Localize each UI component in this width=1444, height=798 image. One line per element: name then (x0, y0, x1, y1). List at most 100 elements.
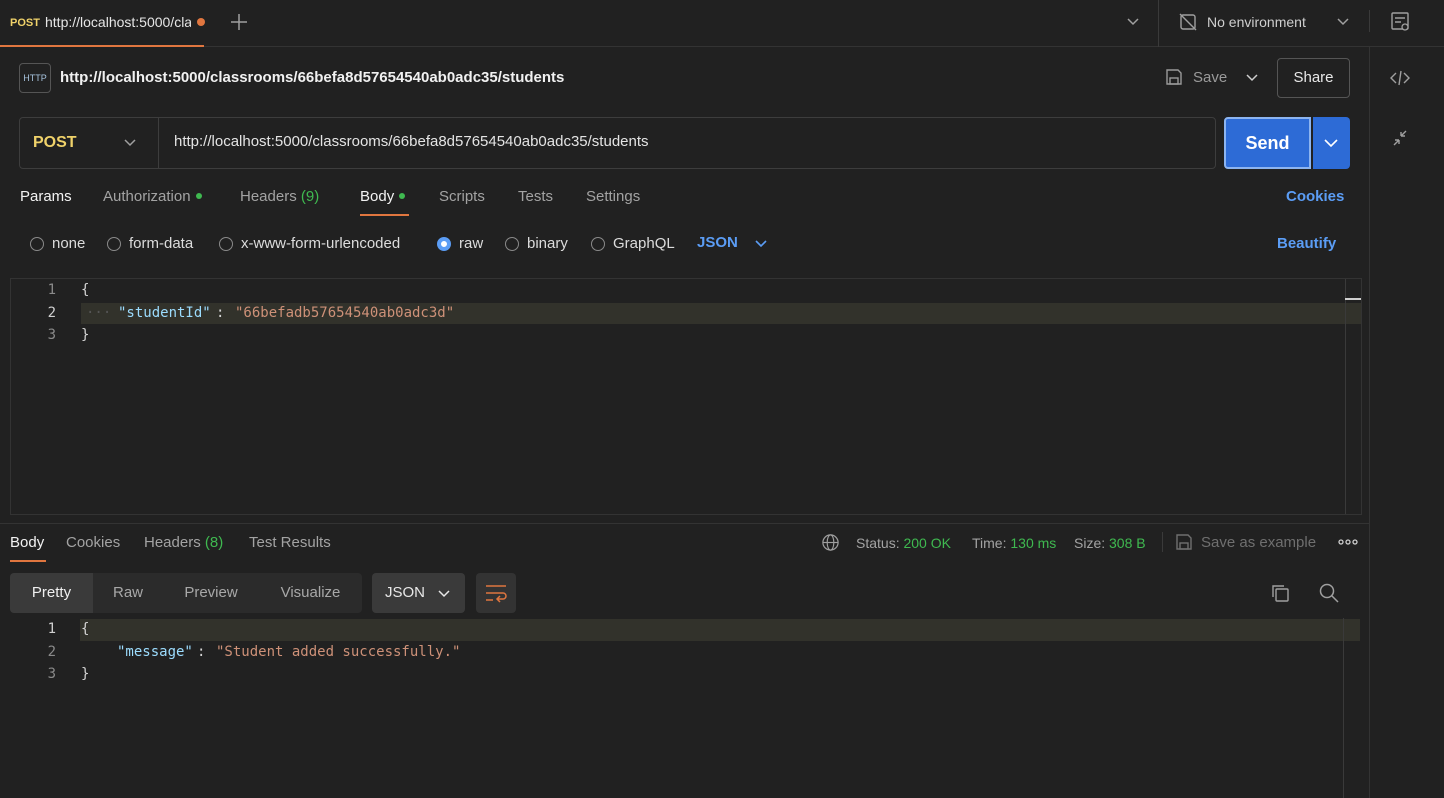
method-selector[interactable]: POST (33, 134, 77, 152)
response-tab-test-results[interactable]: Test Results (249, 534, 331, 551)
radio-label: GraphQL (613, 235, 675, 252)
http-icon: HTTP (19, 63, 51, 93)
url-input[interactable]: http://localhost:5000/classrooms/66befa8… (174, 133, 649, 150)
code-open-brace: { (81, 621, 90, 637)
environment-selector[interactable]: No environment (1207, 14, 1306, 30)
divider (1162, 532, 1163, 552)
editor-scrollbar[interactable] (1345, 279, 1346, 514)
tab-settings[interactable]: Settings (586, 188, 640, 205)
response-scrollbar[interactable] (1343, 618, 1344, 798)
format-dropdown-icon[interactable] (753, 237, 769, 251)
json-key: "message" (117, 644, 193, 660)
save-as-example-button[interactable]: Save as example (1201, 534, 1316, 551)
collapse-icon[interactable] (1391, 128, 1409, 148)
tab-authorization-label: Authorization (103, 188, 191, 205)
radio-graphql[interactable]: GraphQL (591, 235, 675, 252)
status-dot (399, 193, 406, 200)
line-number: 1 (47, 282, 56, 298)
current-line-highlight (80, 619, 1360, 641)
radio-circle (219, 236, 233, 251)
json-value: "Student added successfully." (216, 644, 461, 660)
view-visualize[interactable]: Visualize (259, 573, 362, 613)
code-snippet-icon[interactable] (1389, 67, 1411, 89)
wrap-lines-button[interactable] (476, 573, 516, 613)
tab-body-label: Body (360, 188, 395, 205)
right-sidebar (1369, 47, 1444, 798)
code-close-brace: } (81, 666, 90, 682)
method-dropdown-icon[interactable] (122, 136, 138, 150)
response-time[interactable]: Time: 130 ms (972, 535, 1056, 551)
view-raw[interactable]: Raw (93, 573, 163, 613)
send-button[interactable]: Send (1224, 117, 1311, 169)
radio-label: none (52, 235, 86, 252)
json-colon: : (216, 305, 233, 321)
tab-headers[interactable]: Headers (9) (240, 188, 319, 205)
globe-icon[interactable] (821, 533, 840, 552)
tab-body[interactable]: Body (360, 188, 406, 205)
environment-off-icon (1178, 12, 1198, 32)
divider (158, 118, 159, 168)
tab-authorization[interactable]: Authorization (103, 188, 202, 205)
tab-tests[interactable]: Tests (518, 188, 553, 205)
radio-circle (30, 236, 44, 251)
response-tab-cookies[interactable]: Cookies (66, 534, 120, 551)
response-divider[interactable] (0, 523, 1369, 524)
new-tab-icon[interactable] (229, 12, 249, 32)
time-label: Time: (972, 535, 1007, 551)
radio-binary[interactable]: binary (505, 235, 568, 252)
radio-form-data[interactable]: form-data (107, 235, 193, 252)
share-button[interactable]: Share (1277, 58, 1350, 98)
response-status[interactable]: Status: 200 OK (856, 535, 951, 551)
line-number: 2 (47, 305, 56, 321)
format-dropdown-icon[interactable] (436, 587, 452, 601)
view-preview[interactable]: Preview (163, 573, 259, 613)
radio-circle (107, 236, 121, 251)
scrollbar-marker (1345, 298, 1361, 300)
save-dropdown-icon[interactable] (1244, 71, 1260, 85)
radio-none[interactable]: none (30, 235, 85, 252)
tabs-dropdown-icon[interactable] (1125, 15, 1141, 29)
view-pretty[interactable]: Pretty (10, 573, 93, 613)
tab-headers-label: Headers (240, 188, 297, 205)
response-format-label: JSON (385, 584, 426, 601)
divider (1369, 10, 1370, 32)
copy-icon[interactable] (1269, 582, 1291, 604)
unsaved-dot (197, 18, 205, 26)
time-value: 130 ms (1010, 535, 1057, 551)
save-button[interactable]: Save (1193, 69, 1227, 86)
indent-guide: ··· (86, 305, 112, 321)
code-close-brace: } (81, 327, 90, 343)
more-options-icon[interactable] (1338, 535, 1358, 549)
line-number: 2 (47, 644, 56, 660)
search-icon[interactable] (1318, 582, 1340, 604)
status-label: Status: (856, 535, 900, 551)
environment-dropdown-icon[interactable] (1335, 15, 1351, 29)
line-number: 3 (47, 666, 56, 682)
radio-raw[interactable]: raw (437, 235, 483, 252)
radio-circle (591, 236, 605, 251)
environment-quick-look-icon[interactable] (1390, 11, 1412, 33)
headers-count: (8) (204, 534, 224, 551)
radio-label: x-www-form-urlencoded (241, 235, 401, 252)
tab-url: http://localhost:5000/classrooms/66befa8… (45, 14, 191, 30)
line-number: 1 (47, 621, 56, 637)
save-icon[interactable] (1164, 67, 1184, 87)
divider (1158, 0, 1159, 47)
cookies-link[interactable]: Cookies (1286, 188, 1344, 205)
body-format-selector[interactable]: JSON (697, 234, 738, 251)
save-example-icon (1174, 532, 1194, 552)
response-tab-headers[interactable]: Headers (8) (144, 534, 223, 551)
tab-params[interactable]: Params (20, 188, 72, 205)
radio-urlencoded[interactable]: x-www-form-urlencoded (219, 235, 400, 252)
radio-label: form-data (129, 235, 194, 252)
active-tab-indicator (360, 214, 409, 216)
tab-scripts[interactable]: Scripts (439, 188, 485, 205)
request-title[interactable]: http://localhost:5000/classrooms/66befa8… (60, 69, 564, 86)
response-tab-body[interactable]: Body (10, 534, 44, 551)
send-dropdown-button[interactable] (1313, 117, 1350, 169)
beautify-button[interactable]: Beautify (1277, 235, 1336, 252)
headers-count: (9) (300, 188, 320, 205)
status-value: 200 OK (903, 535, 951, 551)
active-tab-indicator (10, 560, 46, 562)
response-size[interactable]: Size: 308 B (1074, 535, 1146, 551)
